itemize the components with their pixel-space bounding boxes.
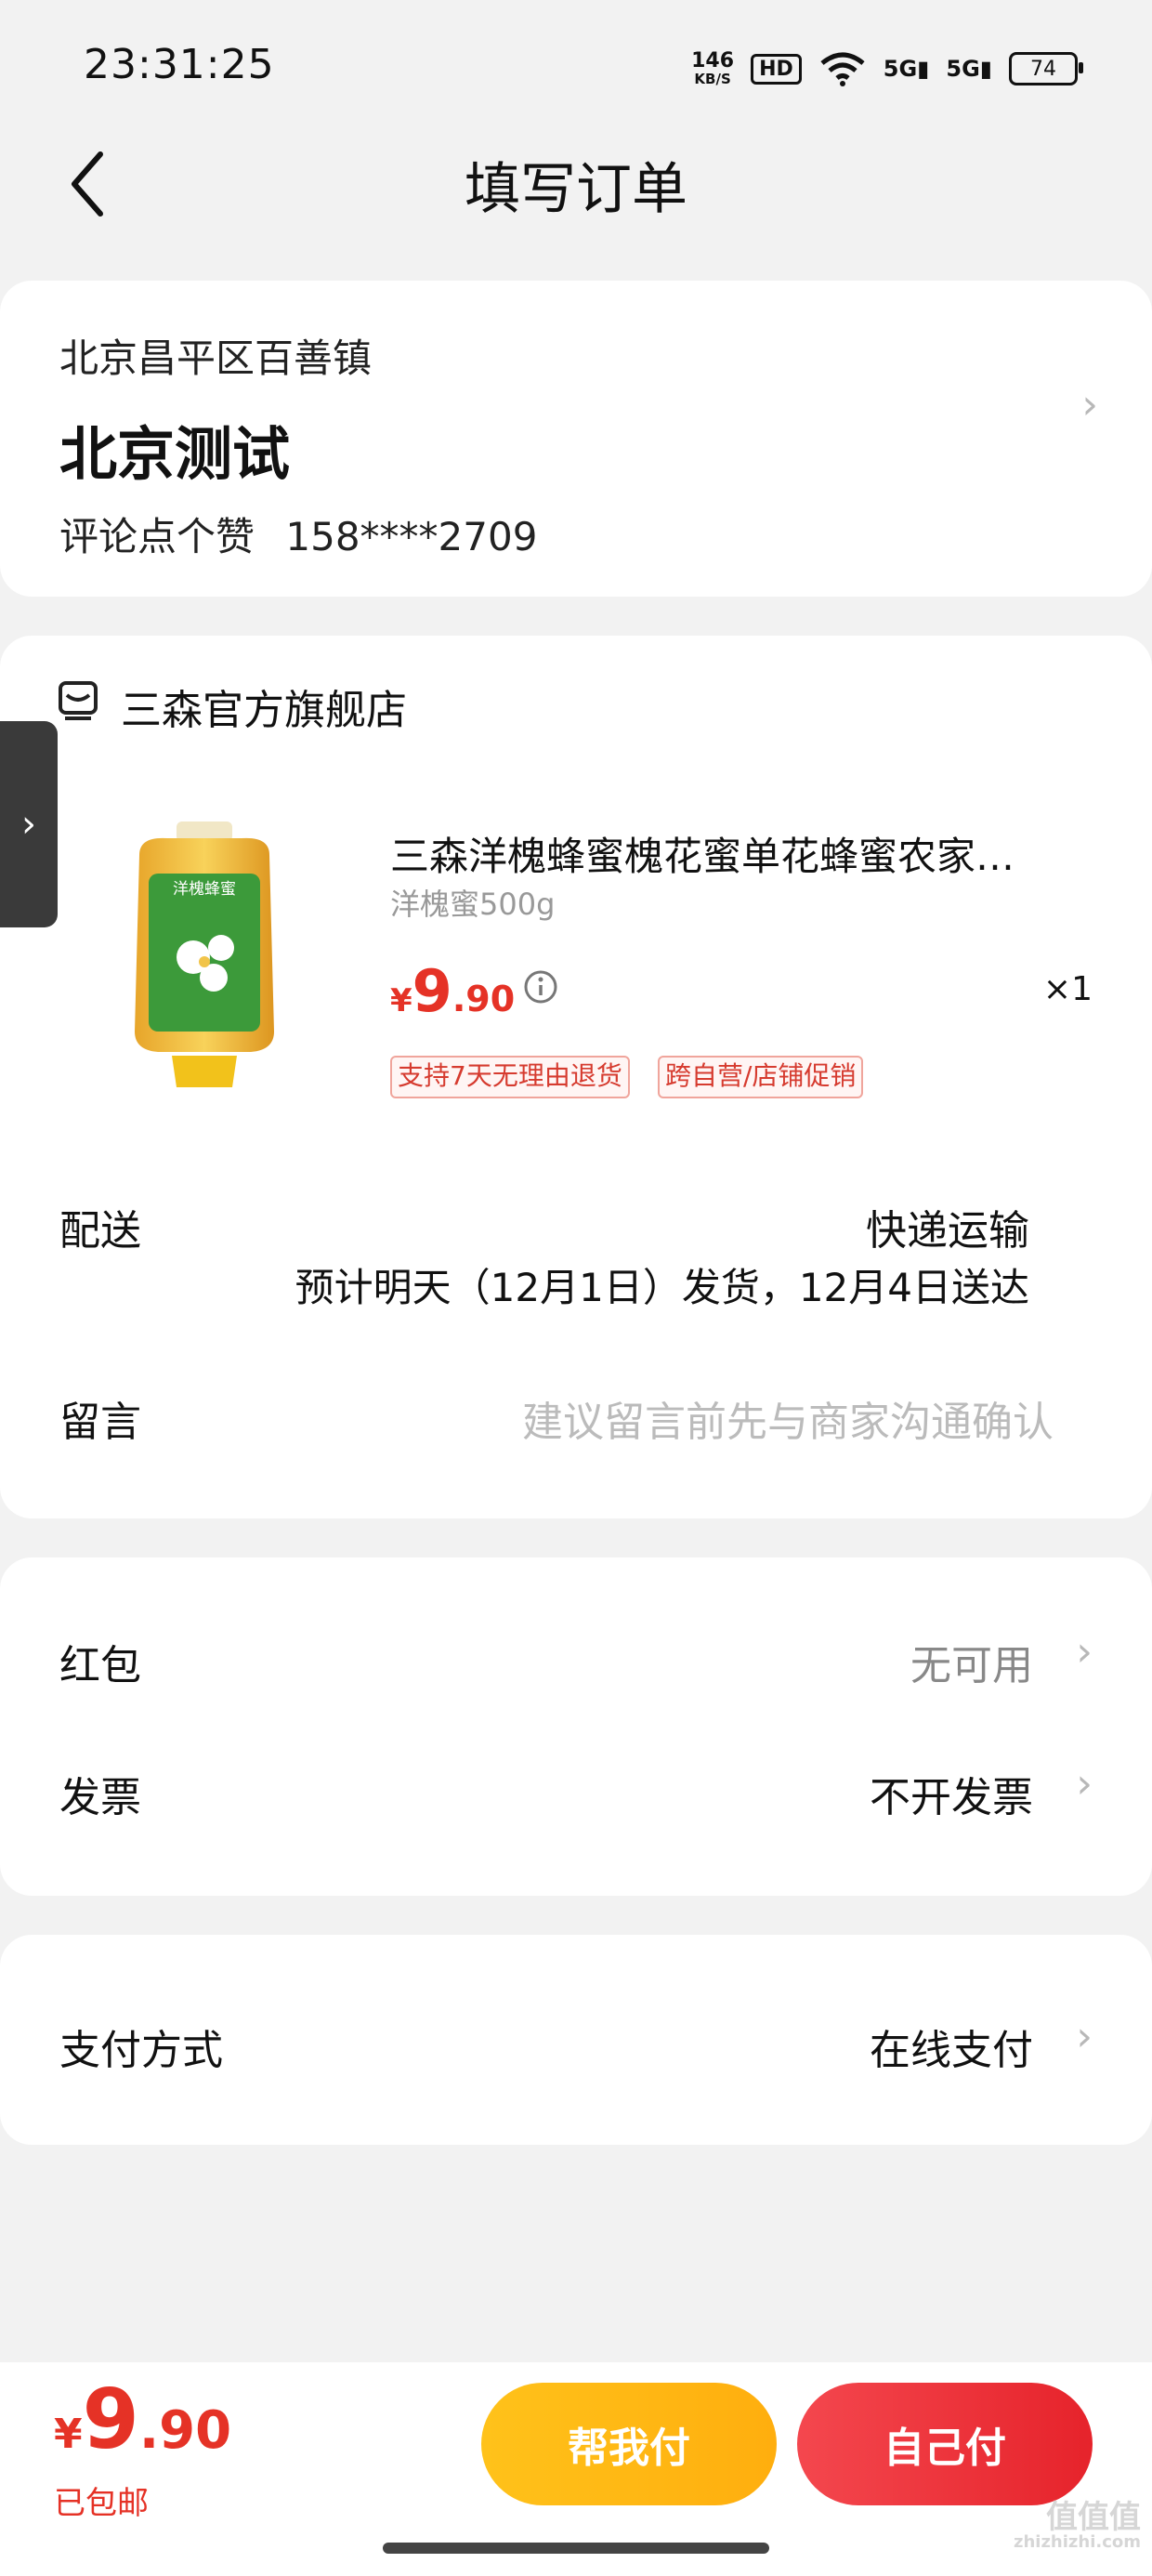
total-integer: 9 (82, 2372, 139, 2467)
product-title[interactable]: 三森洋槐蜂蜜槐花蜜单花蜂蜜农家… (390, 825, 1059, 882)
product-quantity: ×1 (1042, 970, 1093, 1008)
total-decimal: .90 (138, 2400, 232, 2461)
shipping-method[interactable]: 快递运输 (866, 1197, 1029, 1256)
tag-promotion: 跨自营/店铺促销 (658, 1056, 864, 1098)
help-pay-button[interactable]: 帮我付 (481, 2383, 777, 2505)
free-shipping-note: 已包邮 (54, 2485, 149, 2522)
network-speed: 146 KB/S (691, 49, 735, 87)
price-decimal: .90 (452, 979, 516, 1019)
page-title: 填写订单 (465, 157, 687, 222)
price-currency: ¥ (390, 982, 412, 1019)
hd-icon: HD (751, 53, 802, 85)
total-currency: ¥ (54, 2411, 83, 2458)
self-pay-button[interactable]: 自己付 (797, 2383, 1093, 2505)
red-packet-label: 红包 (59, 1642, 141, 1689)
discount-card (0, 1557, 1152, 1896)
watermark-sub: zhizhizhi.com (1013, 2532, 1141, 2552)
home-indicator[interactable] (383, 2543, 769, 2554)
invoice-label: 发票 (59, 1774, 141, 1821)
network-speed-unit: KB/S (694, 71, 731, 87)
signal-5g-icon: 5G▮ (883, 56, 930, 82)
battery-level: 74 (1030, 57, 1056, 81)
watermark-main: 值值值 (1046, 2499, 1141, 2536)
side-expand-tab[interactable]: › (0, 721, 58, 927)
info-icon[interactable] (522, 968, 559, 1005)
signal-5g-label: 5G (883, 56, 918, 82)
shipping-label: 配送 (59, 1207, 141, 1255)
product-spec: 洋槐蜜500g (390, 887, 556, 922)
signal-5g-icon-2: 5G▮ (946, 56, 992, 82)
shipping-eta: 预计明天（12月1日）发货，12月4日送达 (295, 1265, 1029, 1310)
memo-label: 留言 (59, 1399, 141, 1446)
signal-5g-label-2: 5G (946, 56, 980, 82)
product-image-label: 洋槐蜂蜜 (173, 880, 236, 899)
price-integer: 9 (412, 957, 452, 1025)
store-name[interactable]: 三森官方旗舰店 (121, 677, 407, 736)
store-icon (59, 681, 98, 720)
red-packet-value[interactable]: 无可用 (910, 1632, 1033, 1691)
product-price: ¥9.90 (390, 957, 515, 1025)
invoice-value[interactable]: 不开发票 (870, 1764, 1033, 1823)
chevron-right-icon[interactable]: › (1076, 2013, 1093, 2060)
chevron-right-icon[interactable]: › (1081, 381, 1098, 428)
tag-return-policy: 支持7天无理由退货 (390, 1056, 630, 1098)
chevron-right-icon[interactable]: › (1076, 1628, 1093, 1676)
address-contact: 评论点个赞 158****2709 (59, 506, 537, 562)
wifi-icon (820, 52, 865, 86)
contact-name: 评论点个赞 (59, 514, 255, 559)
network-speed-value: 146 (691, 49, 735, 72)
status-icons: 146 KB/S HD 5G▮ 5G▮ 74 (691, 41, 1083, 97)
chevron-right-icon: › (21, 803, 36, 846)
battery-icon: 74 (1009, 52, 1083, 85)
watermark-logo: 值值值 zhizhizhi.com (1014, 2502, 1141, 2552)
payment-value[interactable]: 在线支付 (870, 2017, 1033, 2076)
status-time: 23:31:25 (84, 41, 275, 88)
chevron-right-icon[interactable]: › (1076, 1760, 1093, 1807)
payment-label: 支付方式 (59, 2027, 223, 2074)
address-recipient: 北京测试 (59, 420, 291, 488)
contact-phone: 158****2709 (285, 514, 538, 559)
memo-input[interactable]: 建议留言前先与商家沟通确认 (522, 1388, 1054, 1448)
address-region: 北京昌平区百善镇 (59, 335, 373, 381)
product-image[interactable]: 洋槐蜂蜜 (111, 818, 297, 1097)
total-price: ¥9.90 (54, 2372, 231, 2467)
